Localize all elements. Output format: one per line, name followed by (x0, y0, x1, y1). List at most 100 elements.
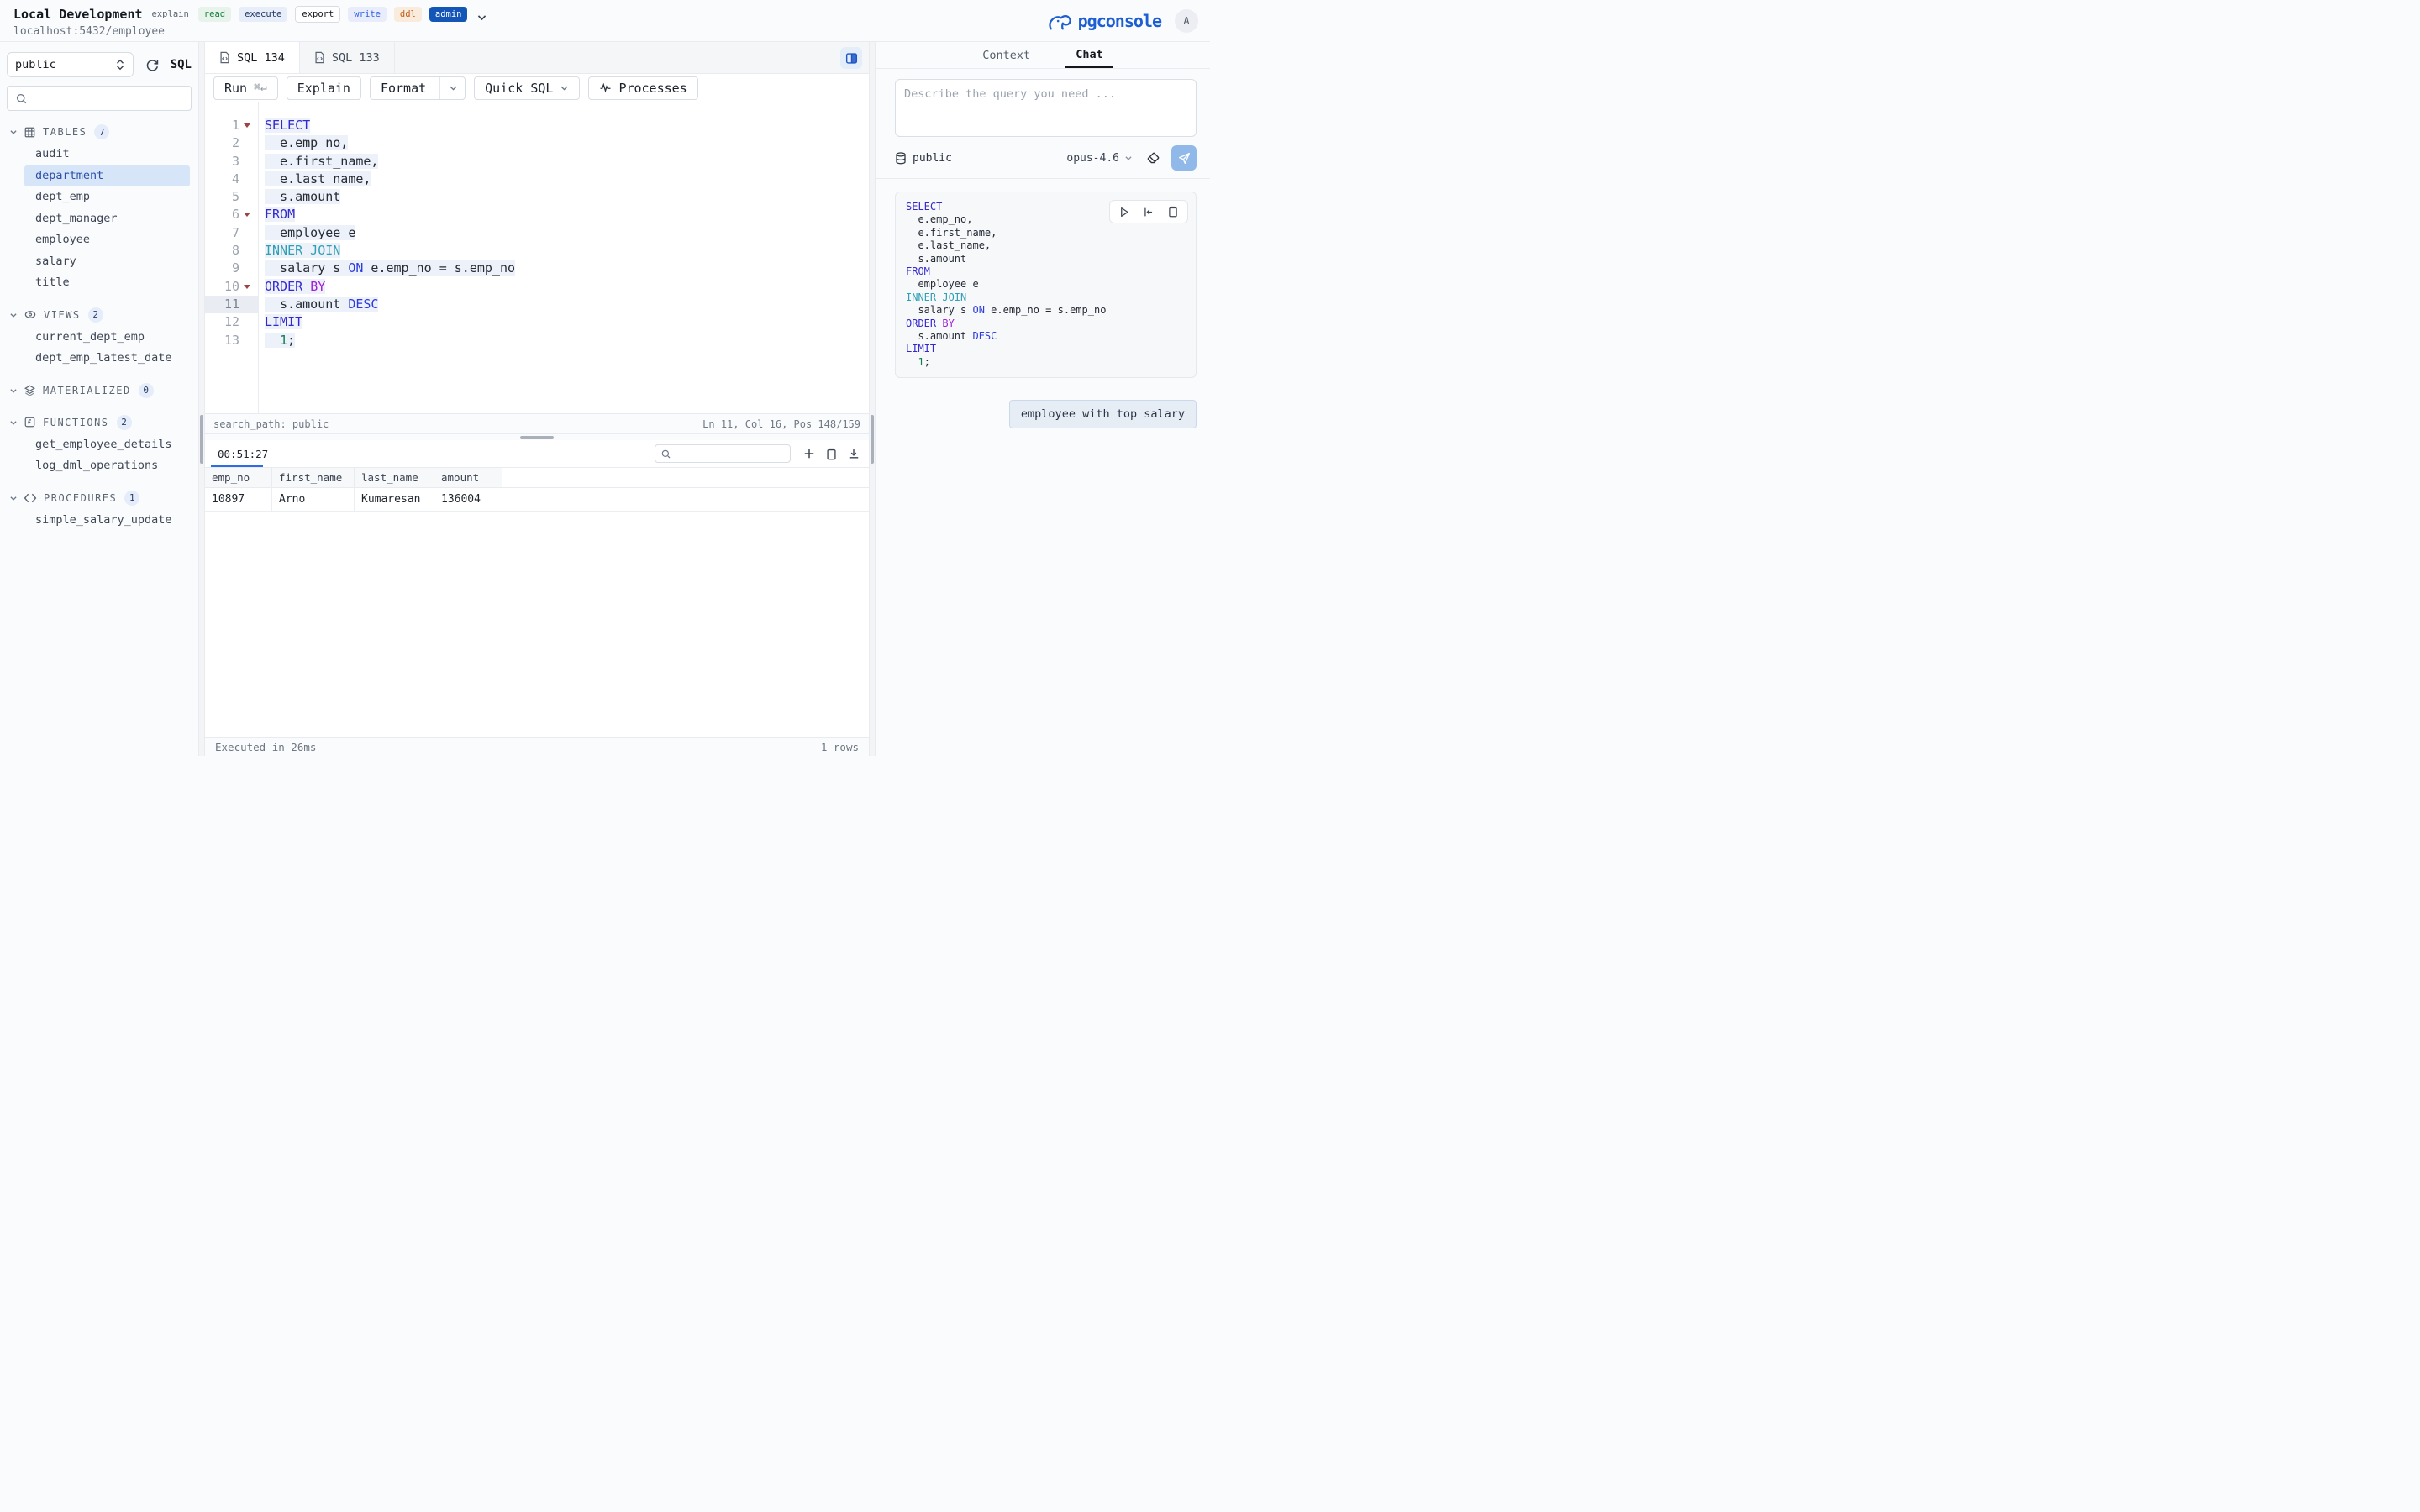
download-results-icon[interactable] (848, 448, 860, 459)
active-line-number: 11 (205, 296, 258, 313)
sidebar-item-get-employee-details[interactable]: get_employee_details (24, 434, 190, 456)
sidebar-search-input[interactable] (7, 86, 192, 111)
assistant-panel: Context Chat Describe the query you need… (876, 42, 1210, 756)
results-search-input[interactable] (655, 444, 791, 463)
query-timer-tab[interactable]: 00:51:27 (210, 440, 276, 467)
sidebar-item-salary[interactable]: salary (24, 251, 190, 273)
schema-sidebar: public SQL TABLES 7 audit department dep… (0, 42, 198, 756)
tab-context[interactable]: Context (972, 42, 1040, 68)
elephant-logo-icon (1048, 8, 1073, 34)
file-code-icon (219, 51, 230, 64)
table-row[interactable]: 10897 Arno Kumaresan 136004 (205, 488, 869, 512)
run-button[interactable]: Run ⌘↵ (213, 76, 278, 100)
sidebar-resize-divider[interactable] (198, 42, 205, 756)
connection-chevron-down-icon[interactable] (476, 12, 487, 23)
fold-icon[interactable] (244, 213, 250, 217)
format-button[interactable]: Format (370, 76, 466, 100)
clear-chat-eraser-icon[interactable] (1146, 151, 1160, 165)
sidebar-item-dept-manager[interactable]: dept_manager (24, 208, 190, 230)
user-avatar[interactable]: A (1175, 9, 1198, 33)
column-header-emp-no[interactable]: emp_no (205, 468, 272, 487)
tables-tree: audit department dept_emp dept_manager e… (24, 144, 192, 294)
refresh-icon[interactable] (145, 58, 160, 72)
results-splitter[interactable] (205, 433, 869, 440)
app-title: Local Development (13, 7, 143, 22)
sidebar-item-audit[interactable]: audit (24, 144, 190, 165)
chevron-down-icon (9, 311, 18, 319)
permission-badge-export: export (295, 6, 340, 23)
section-functions[interactable]: FUNCTIONS 2 (7, 412, 192, 433)
schema-chip[interactable]: public (895, 152, 952, 165)
column-header-first-name[interactable]: first_name (272, 468, 355, 487)
sidebar-item-dept-emp-latest-date[interactable]: dept_emp_latest_date (24, 348, 190, 370)
column-header-last-name[interactable]: last_name (355, 468, 434, 487)
split-panel-icon[interactable] (840, 47, 862, 69)
section-tables[interactable]: TABLES 7 (7, 121, 192, 143)
column-header-amount[interactable]: amount (434, 468, 502, 487)
cell-emp-no[interactable]: 10897 (205, 488, 272, 511)
sidebar-item-current-dept-emp[interactable]: current_dept_emp (24, 327, 190, 349)
permission-badge-execute: execute (239, 7, 287, 22)
sidebar-item-employee[interactable]: employee (24, 229, 190, 251)
cell-amount[interactable]: 136004 (434, 488, 502, 511)
materialized-count-badge: 0 (139, 383, 154, 398)
copy-snippet-icon[interactable] (1168, 206, 1178, 218)
sql-mode-label[interactable]: SQL (171, 58, 192, 71)
assistant-sql-block: SELECT e.emp_no, e.first_name, e.last_na… (895, 192, 1197, 378)
fold-icon[interactable] (244, 123, 250, 128)
search-path-status: search_path: public (213, 418, 329, 430)
tab-sql-134[interactable]: SQL 134 (205, 42, 300, 73)
function-icon (24, 416, 36, 428)
tab-sql-133[interactable]: SQL 133 (300, 42, 395, 73)
sidebar-item-log-dml-operations[interactable]: log_dml_operations (24, 455, 190, 477)
sidebar-item-simple-salary-update[interactable]: simple_salary_update (24, 510, 190, 532)
editor-toolbar: Run ⌘↵ Explain Format Quick SQL Processe… (205, 74, 869, 102)
chevron-down-icon[interactable] (449, 83, 458, 92)
select-updown-icon (115, 59, 125, 71)
section-procedures[interactable]: PROCEDURES 1 (7, 487, 192, 509)
explain-button[interactable]: Explain (287, 76, 361, 100)
tab-chat[interactable]: Chat (1065, 42, 1113, 68)
permission-badge-explain: explain (150, 7, 191, 22)
send-button[interactable] (1171, 145, 1197, 171)
sidebar-item-dept-emp[interactable]: dept_emp (24, 186, 190, 208)
editor-code[interactable]: SELECT e.emp_no, e.first_name, e.last_na… (259, 102, 869, 413)
section-views[interactable]: VIEWS 2 (7, 304, 192, 326)
execution-time: Executed in 26ms (215, 741, 316, 753)
add-result-tab-icon[interactable] (803, 448, 815, 459)
run-snippet-icon[interactable] (1119, 207, 1129, 218)
layers-icon (24, 384, 36, 396)
section-materialized[interactable]: MATERIALIZED 0 (7, 380, 192, 402)
fold-icon[interactable] (244, 285, 250, 289)
quick-sql-button[interactable]: Quick SQL (474, 76, 580, 100)
search-icon (660, 449, 671, 459)
drag-handle[interactable] (520, 436, 554, 439)
brand-name: pgconsole (1078, 11, 1161, 31)
schema-select[interactable]: public (7, 52, 134, 77)
sidebar-item-title[interactable]: title (24, 272, 190, 294)
sql-editor[interactable]: 1 2 3 4 5 6 7 8 9 10 11 12 13 SELECT e.e… (205, 102, 869, 413)
database-icon (895, 152, 907, 165)
copy-results-icon[interactable] (826, 448, 837, 460)
permission-badge-write: write (348, 7, 387, 22)
views-tree: current_dept_emp dept_emp_latest_date (24, 327, 192, 370)
chevron-down-icon (9, 418, 18, 427)
cursor-position-status: Ln 11, Col 16, Pos 148/159 (702, 418, 860, 430)
connection-string: localhost:5432/employee (13, 25, 1198, 38)
editor-statusbar: search_path: public Ln 11, Col 16, Pos 1… (205, 413, 869, 433)
model-select[interactable]: opus-4.6 (1066, 152, 1133, 165)
cell-first-name[interactable]: Arno (272, 488, 355, 511)
query-workspace: SQL 134 SQL 133 Run ⌘↵ Explain Format Qu… (205, 42, 869, 756)
cell-last-name[interactable]: Kumaresan (355, 488, 434, 511)
drag-handle[interactable] (200, 415, 203, 464)
processes-button[interactable]: Processes (588, 76, 697, 100)
sidebar-item-department[interactable]: department (24, 165, 190, 187)
chat-input[interactable]: Describe the query you need ... (895, 79, 1197, 137)
views-count-badge: 2 (88, 307, 103, 323)
sql-tab-bar: SQL 134 SQL 133 (205, 42, 869, 74)
insert-to-editor-icon[interactable] (1143, 207, 1155, 218)
drag-handle[interactable] (871, 415, 874, 464)
results-empty-area (205, 512, 869, 737)
chat-resize-divider[interactable] (869, 42, 876, 756)
results-toolbar: 00:51:27 (205, 440, 869, 467)
